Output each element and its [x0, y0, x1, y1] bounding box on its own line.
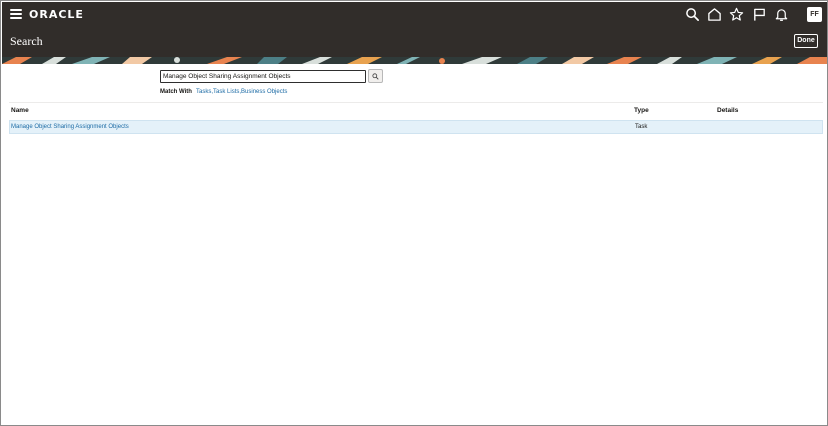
decorative-banner [2, 57, 827, 64]
search-input[interactable] [160, 70, 366, 83]
match-option-tasks[interactable]: Tasks [196, 89, 211, 95]
app-frame: ORACLE FF Search Done Manage Object Shar… [0, 0, 828, 426]
page-header: Search Done [2, 27, 827, 57]
search-icon [372, 73, 379, 80]
match-with-label: Match With [160, 89, 192, 95]
result-name-link[interactable]: Manage Object Sharing Assignment Objects [11, 124, 129, 130]
page-title: Search [10, 34, 43, 48]
oracle-logo[interactable]: ORACLE [29, 8, 84, 21]
match-option-task-lists[interactable]: Task Lists [213, 89, 239, 95]
star-icon[interactable] [729, 7, 744, 22]
search-button[interactable] [368, 69, 383, 83]
home-icon[interactable] [707, 7, 722, 22]
table-row[interactable]: Manage Object Sharing Assignment Objects… [9, 120, 823, 134]
global-header: ORACLE FF [2, 2, 827, 27]
bell-icon[interactable] [774, 7, 789, 22]
menu-icon[interactable] [10, 9, 22, 19]
divider [9, 102, 823, 103]
search-icon[interactable] [685, 7, 700, 22]
result-type: Task [635, 124, 648, 130]
flag-icon[interactable] [752, 7, 767, 22]
column-header-type[interactable]: Type [634, 107, 649, 114]
column-header-name[interactable]: Name [11, 107, 29, 114]
match-option-business-objects[interactable]: Business Objects [241, 89, 287, 95]
column-header-details[interactable]: Details [717, 107, 738, 114]
match-with-options: Tasks,Task Lists,Business Objects [196, 89, 288, 95]
user-avatar[interactable]: FF [807, 7, 822, 22]
done-button[interactable]: Done [794, 34, 818, 48]
